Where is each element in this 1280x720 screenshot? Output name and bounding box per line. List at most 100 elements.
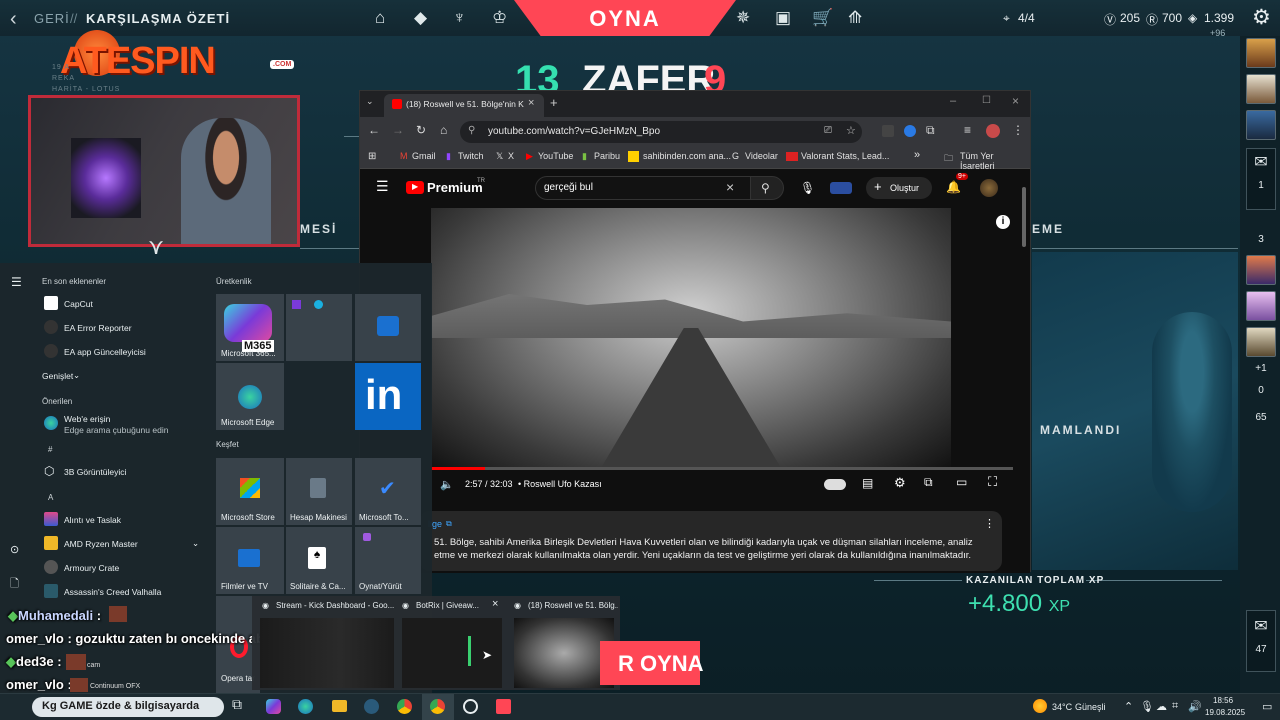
site-info-icon[interactable]: ⚲	[468, 125, 475, 136]
obs-icon[interactable]	[463, 699, 478, 714]
chevron-down-icon[interactable]: ⌄	[192, 538, 199, 549]
bookmark-x[interactable]: X	[508, 151, 514, 161]
bookmark-twitch[interactable]: Twitch	[458, 151, 484, 161]
bookmark-sahibinden[interactable]: sahibinden.com ana...	[643, 151, 731, 161]
video-description[interactable]: lige ⧉ ⋮ 51. Bölge, sahibi Amerika Birle…	[420, 511, 1002, 571]
vp-amount[interactable]: 205	[1120, 11, 1140, 25]
search-input[interactable]: gerçeği bul ×	[535, 176, 751, 200]
battlepass-icon[interactable]: ♔	[492, 8, 507, 28]
valorant-taskbar-icon[interactable]	[496, 699, 511, 714]
task-view-icon[interactable]: ⧉	[232, 696, 242, 713]
subtitles-icon[interactable]: ▤	[862, 476, 873, 490]
expand-button[interactable]: Genişlet	[42, 371, 73, 381]
scrollbar[interactable]	[1022, 187, 1026, 247]
kingdom-amount[interactable]: 1.399	[1204, 11, 1234, 25]
edge-taskbar-icon[interactable]	[298, 699, 313, 714]
gear-icon[interactable]: ⚙	[1252, 5, 1271, 30]
app-3d-viewer[interactable]: 3B Görüntüleyici	[64, 467, 126, 477]
account-avatar[interactable]	[980, 179, 998, 197]
tab-close-icon[interactable]: ×	[528, 97, 534, 109]
profile-avatar[interactable]	[986, 124, 1000, 138]
create-button[interactable]: + Oluştur	[866, 177, 932, 199]
close-preview-icon[interactable]: ×	[492, 598, 498, 610]
tile-folder-apps[interactable]	[286, 294, 352, 361]
mail-icon[interactable]: ✉	[1246, 616, 1276, 636]
friend-avatar[interactable]	[1246, 327, 1276, 357]
tray-chevron-icon[interactable]: ⌃	[1124, 700, 1133, 713]
weather-temp[interactable]: 34°C	[1052, 702, 1072, 712]
more-options-icon[interactable]: ⋮	[984, 517, 995, 530]
reload-icon[interactable]: ↻	[416, 123, 426, 137]
translate-icon[interactable]	[830, 182, 852, 194]
friend-avatar[interactable]	[1246, 291, 1276, 321]
clock-time[interactable]: 18:56	[1213, 696, 1233, 705]
all-bookmarks[interactable]: Tüm Yer İşaretleri	[960, 151, 1030, 171]
info-icon[interactable]: i	[996, 215, 1010, 229]
close-window-icon[interactable]: ×	[1012, 94, 1019, 108]
fullscreen-icon[interactable]: ⛶	[988, 474, 997, 490]
mail-icon[interactable]: ✉	[1246, 152, 1276, 172]
home-icon[interactable]: ⌂	[375, 8, 385, 28]
progress-bar[interactable]	[431, 467, 1013, 470]
settings-icon[interactable]: ⚙	[894, 475, 906, 491]
search-button[interactable]: ⚲	[750, 176, 784, 200]
more-friends[interactable]: +1	[1246, 363, 1276, 374]
back-arrow-icon[interactable]: ‹	[10, 8, 17, 31]
clock-date[interactable]: 19.08.2025	[1205, 708, 1245, 717]
bookmark-star-icon[interactable]: ☆	[846, 124, 856, 137]
chrome-active-icon[interactable]	[430, 699, 445, 714]
miniplayer-icon[interactable]: ⧉	[924, 475, 933, 490]
menu-icon[interactable]: ⋮	[1012, 123, 1024, 137]
bookmark-videolar[interactable]: Videolar	[745, 151, 778, 161]
theater-icon[interactable]: ▭	[956, 475, 967, 489]
bottom-play-label[interactable]: R OYNA	[618, 651, 704, 677]
autoplay-toggle[interactable]	[824, 479, 846, 490]
back-icon[interactable]: ←	[368, 123, 380, 137]
url-field[interactable]: ⚲ youtube.com/watch?v=GJeHMzN_Bpo ⎚ ☆	[460, 121, 862, 143]
tile-microsoft-store[interactable]: Microsoft Store	[216, 458, 284, 525]
bookmark-gmail[interactable]: Gmail	[412, 151, 436, 161]
tile-solitaire[interactable]: ♠ Solitaire & Ca...	[286, 527, 352, 594]
volume-tray-icon[interactable]: 🔊	[1188, 700, 1202, 713]
radianite-amount[interactable]: 700	[1162, 11, 1182, 25]
app-capcut[interactable]: CapCut	[64, 299, 93, 309]
party-avatar[interactable]	[1246, 110, 1276, 140]
app-amd-ryzen[interactable]: AMD Ryzen Master	[64, 539, 138, 549]
extension-icon[interactable]	[882, 125, 894, 137]
rank-icon[interactable]: ⟰	[848, 8, 862, 28]
weather-desc[interactable]: Güneşli	[1075, 702, 1106, 712]
documents-icon[interactable]: 🗋	[10, 575, 19, 594]
new-tab-icon[interactable]: +	[550, 95, 558, 110]
more-bookmarks-icon[interactable]: »	[914, 149, 920, 161]
bookmark-paribu[interactable]: Paribu	[594, 151, 620, 161]
app-ea-error[interactable]: EA Error Reporter	[64, 323, 132, 333]
browser-tab[interactable]: (18) Roswell ve 51. Bölge'nin Ka ×	[384, 94, 544, 117]
video-player[interactable]	[431, 208, 951, 468]
media-icon[interactable]: ≡	[964, 123, 971, 137]
onedrive-icon[interactable]: ☁	[1156, 700, 1167, 713]
chapter-label[interactable]: • Roswell Ufo Kazası	[518, 479, 602, 489]
tab-search-icon[interactable]: ⌄	[366, 96, 374, 107]
collection-icon[interactable]: ▣	[775, 8, 791, 28]
home-browser-icon[interactable]: ⌂	[440, 123, 447, 137]
preview-botrix[interactable]: ◉ BotRix | Giveaw... ×	[402, 596, 506, 690]
suggested-title[interactable]: Web'e erişin	[64, 414, 110, 424]
bookmark-youtube[interactable]: YouTube	[538, 151, 573, 161]
store-cart-icon[interactable]: 🛒	[812, 8, 833, 28]
chrome-taskbar-icon[interactable]	[397, 699, 412, 714]
network-icon[interactable]: ⌗	[1172, 700, 1178, 713]
bookmark-valorant-stats[interactable]: Valorant Stats, Lead...	[801, 151, 889, 161]
maximize-icon[interactable]: ☐	[982, 95, 991, 106]
tile-calculator[interactable]: Hesap Makinesi	[286, 458, 352, 525]
tile-linkedin[interactable]: in	[355, 363, 421, 430]
youtube-brand[interactable]: Premium	[427, 180, 483, 195]
app-snip[interactable]: Alıntı ve Taslak	[64, 515, 121, 525]
career-icon[interactable]: ♆	[453, 8, 466, 28]
back-label[interactable]: GERİ	[34, 11, 70, 26]
notification-center-icon[interactable]: ▭	[1262, 700, 1272, 713]
menu-hamburger-icon[interactable]: ☰	[11, 275, 22, 289]
apps-grid-icon[interactable]: ⊞	[368, 151, 376, 162]
party-avatar[interactable]	[1246, 74, 1276, 104]
microphone-icon[interactable]: 🎙	[1140, 700, 1154, 713]
tile-play[interactable]: Oynat/Yürüt	[355, 527, 421, 594]
